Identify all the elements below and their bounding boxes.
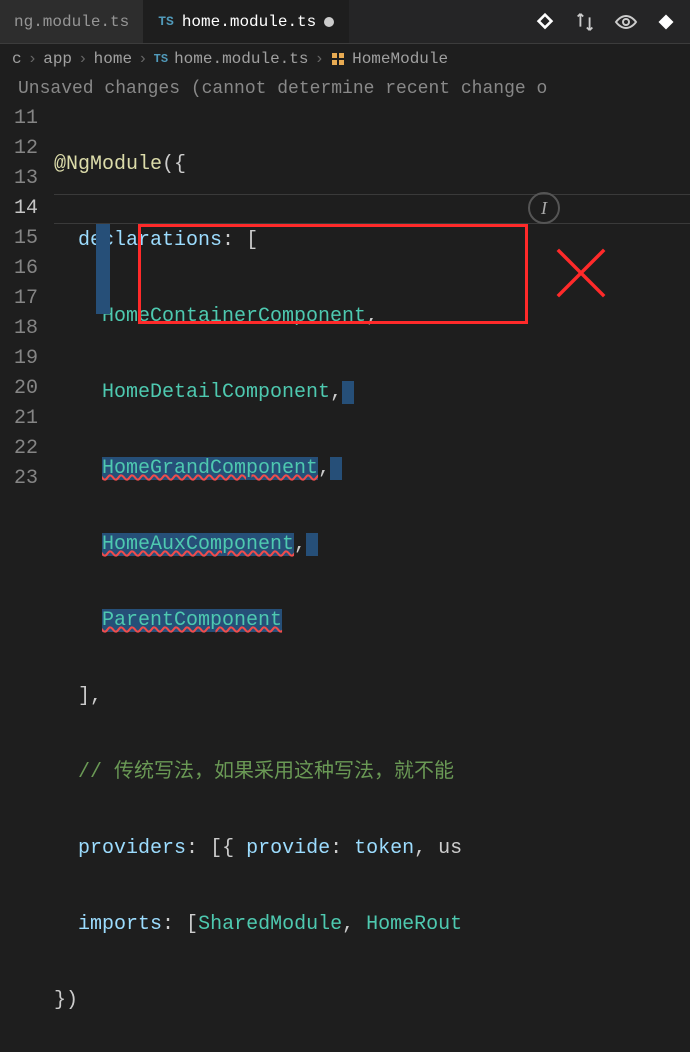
chevron-right-icon: ›	[28, 50, 38, 68]
line-number: 20	[0, 374, 38, 404]
line-number: 23	[0, 464, 38, 494]
tab-home-module[interactable]: TS home.module.ts	[144, 0, 349, 43]
module-icon	[330, 51, 346, 68]
preview-icon[interactable]	[614, 13, 638, 31]
code-token: }	[54, 989, 66, 1012]
code-token: HomeRout	[366, 913, 462, 936]
code-token: ,	[330, 381, 342, 404]
breadcrumb-item[interactable]: home	[94, 50, 132, 68]
line-number: 16	[0, 254, 38, 284]
code-token: ,	[366, 305, 378, 328]
code-token: HomeDetailComponent	[102, 381, 330, 404]
breadcrumb-item[interactable]: HomeModule	[352, 50, 448, 68]
code-editor[interactable]: 11 12 13 14 15 16 17 18 19 20 21 22 23 @…	[0, 104, 690, 1052]
line-number: 13	[0, 164, 38, 194]
code-token: @NgModule	[54, 153, 162, 176]
scm-notice: Unsaved changes (cannot determine recent…	[0, 74, 690, 104]
typescript-icon: TS	[158, 14, 174, 29]
code-content[interactable]: @NgModule({ declarations: [ HomeContaine…	[54, 104, 690, 1052]
line-number: 18	[0, 314, 38, 344]
code-token: ,	[90, 685, 102, 708]
code-token: provide	[246, 837, 330, 860]
code-token: token	[354, 837, 414, 860]
code-token: :	[186, 837, 210, 860]
line-number: 21	[0, 404, 38, 434]
code-token: HomeContainerComponent	[102, 305, 366, 328]
tab-ng-module[interactable]: ng.module.ts	[0, 0, 144, 43]
breadcrumb-item[interactable]: c	[12, 50, 22, 68]
line-number: 15	[0, 224, 38, 254]
code-token: ,	[342, 913, 366, 936]
tab-label: home.module.ts	[182, 13, 316, 31]
code-token: :	[222, 229, 246, 252]
line-number: 11	[0, 104, 38, 134]
code-token: :	[330, 837, 354, 860]
code-token: {	[174, 153, 186, 176]
line-number: 14	[0, 194, 38, 224]
code-token: (	[162, 153, 174, 176]
editor-toolbar	[520, 0, 690, 43]
more-icon[interactable]	[656, 12, 676, 32]
line-gutter: 11 12 13 14 15 16 17 18 19 20 21 22 23	[0, 104, 54, 1052]
typescript-icon: TS	[154, 52, 168, 66]
code-token: ,	[318, 457, 330, 480]
line-number: 17	[0, 284, 38, 314]
code-token: , us	[414, 837, 462, 860]
code-token: ,	[294, 533, 306, 556]
source-control-icon[interactable]	[534, 11, 556, 33]
code-comment: // 传统写法，如果采用这种写法，就不能	[78, 761, 454, 784]
breadcrumb-item[interactable]: home.module.ts	[174, 50, 308, 68]
breadcrumb-item[interactable]: app	[43, 50, 72, 68]
chevron-right-icon: ›	[138, 50, 148, 68]
code-token: ParentComponent	[102, 609, 282, 632]
code-token: ]	[78, 685, 90, 708]
code-token: SharedModule	[198, 913, 342, 936]
code-token: )	[66, 989, 78, 1012]
line-number: 12	[0, 134, 38, 164]
line-number: 22	[0, 434, 38, 464]
chevron-right-icon: ›	[314, 50, 324, 68]
code-token: HomeAuxComponent	[102, 533, 294, 556]
cursor-indicator-icon: I	[528, 192, 560, 224]
tab-label: ng.module.ts	[14, 13, 129, 31]
code-token: imports	[78, 913, 162, 936]
compare-icon[interactable]	[574, 11, 596, 33]
tab-bar: ng.module.ts TS home.module.ts	[0, 0, 690, 44]
selection-bar	[96, 224, 110, 314]
code-token: HomeGrandComponent	[102, 457, 318, 480]
breadcrumb: c › app › home › TS home.module.ts › Hom…	[0, 44, 690, 74]
code-token: :	[162, 913, 186, 936]
code-token: providers	[78, 837, 186, 860]
code-token: [	[186, 913, 198, 936]
chevron-right-icon: ›	[78, 50, 88, 68]
unsaved-indicator-icon	[324, 17, 334, 27]
code-token: [	[246, 229, 258, 252]
line-number: 19	[0, 344, 38, 374]
code-token: [{	[210, 837, 246, 860]
